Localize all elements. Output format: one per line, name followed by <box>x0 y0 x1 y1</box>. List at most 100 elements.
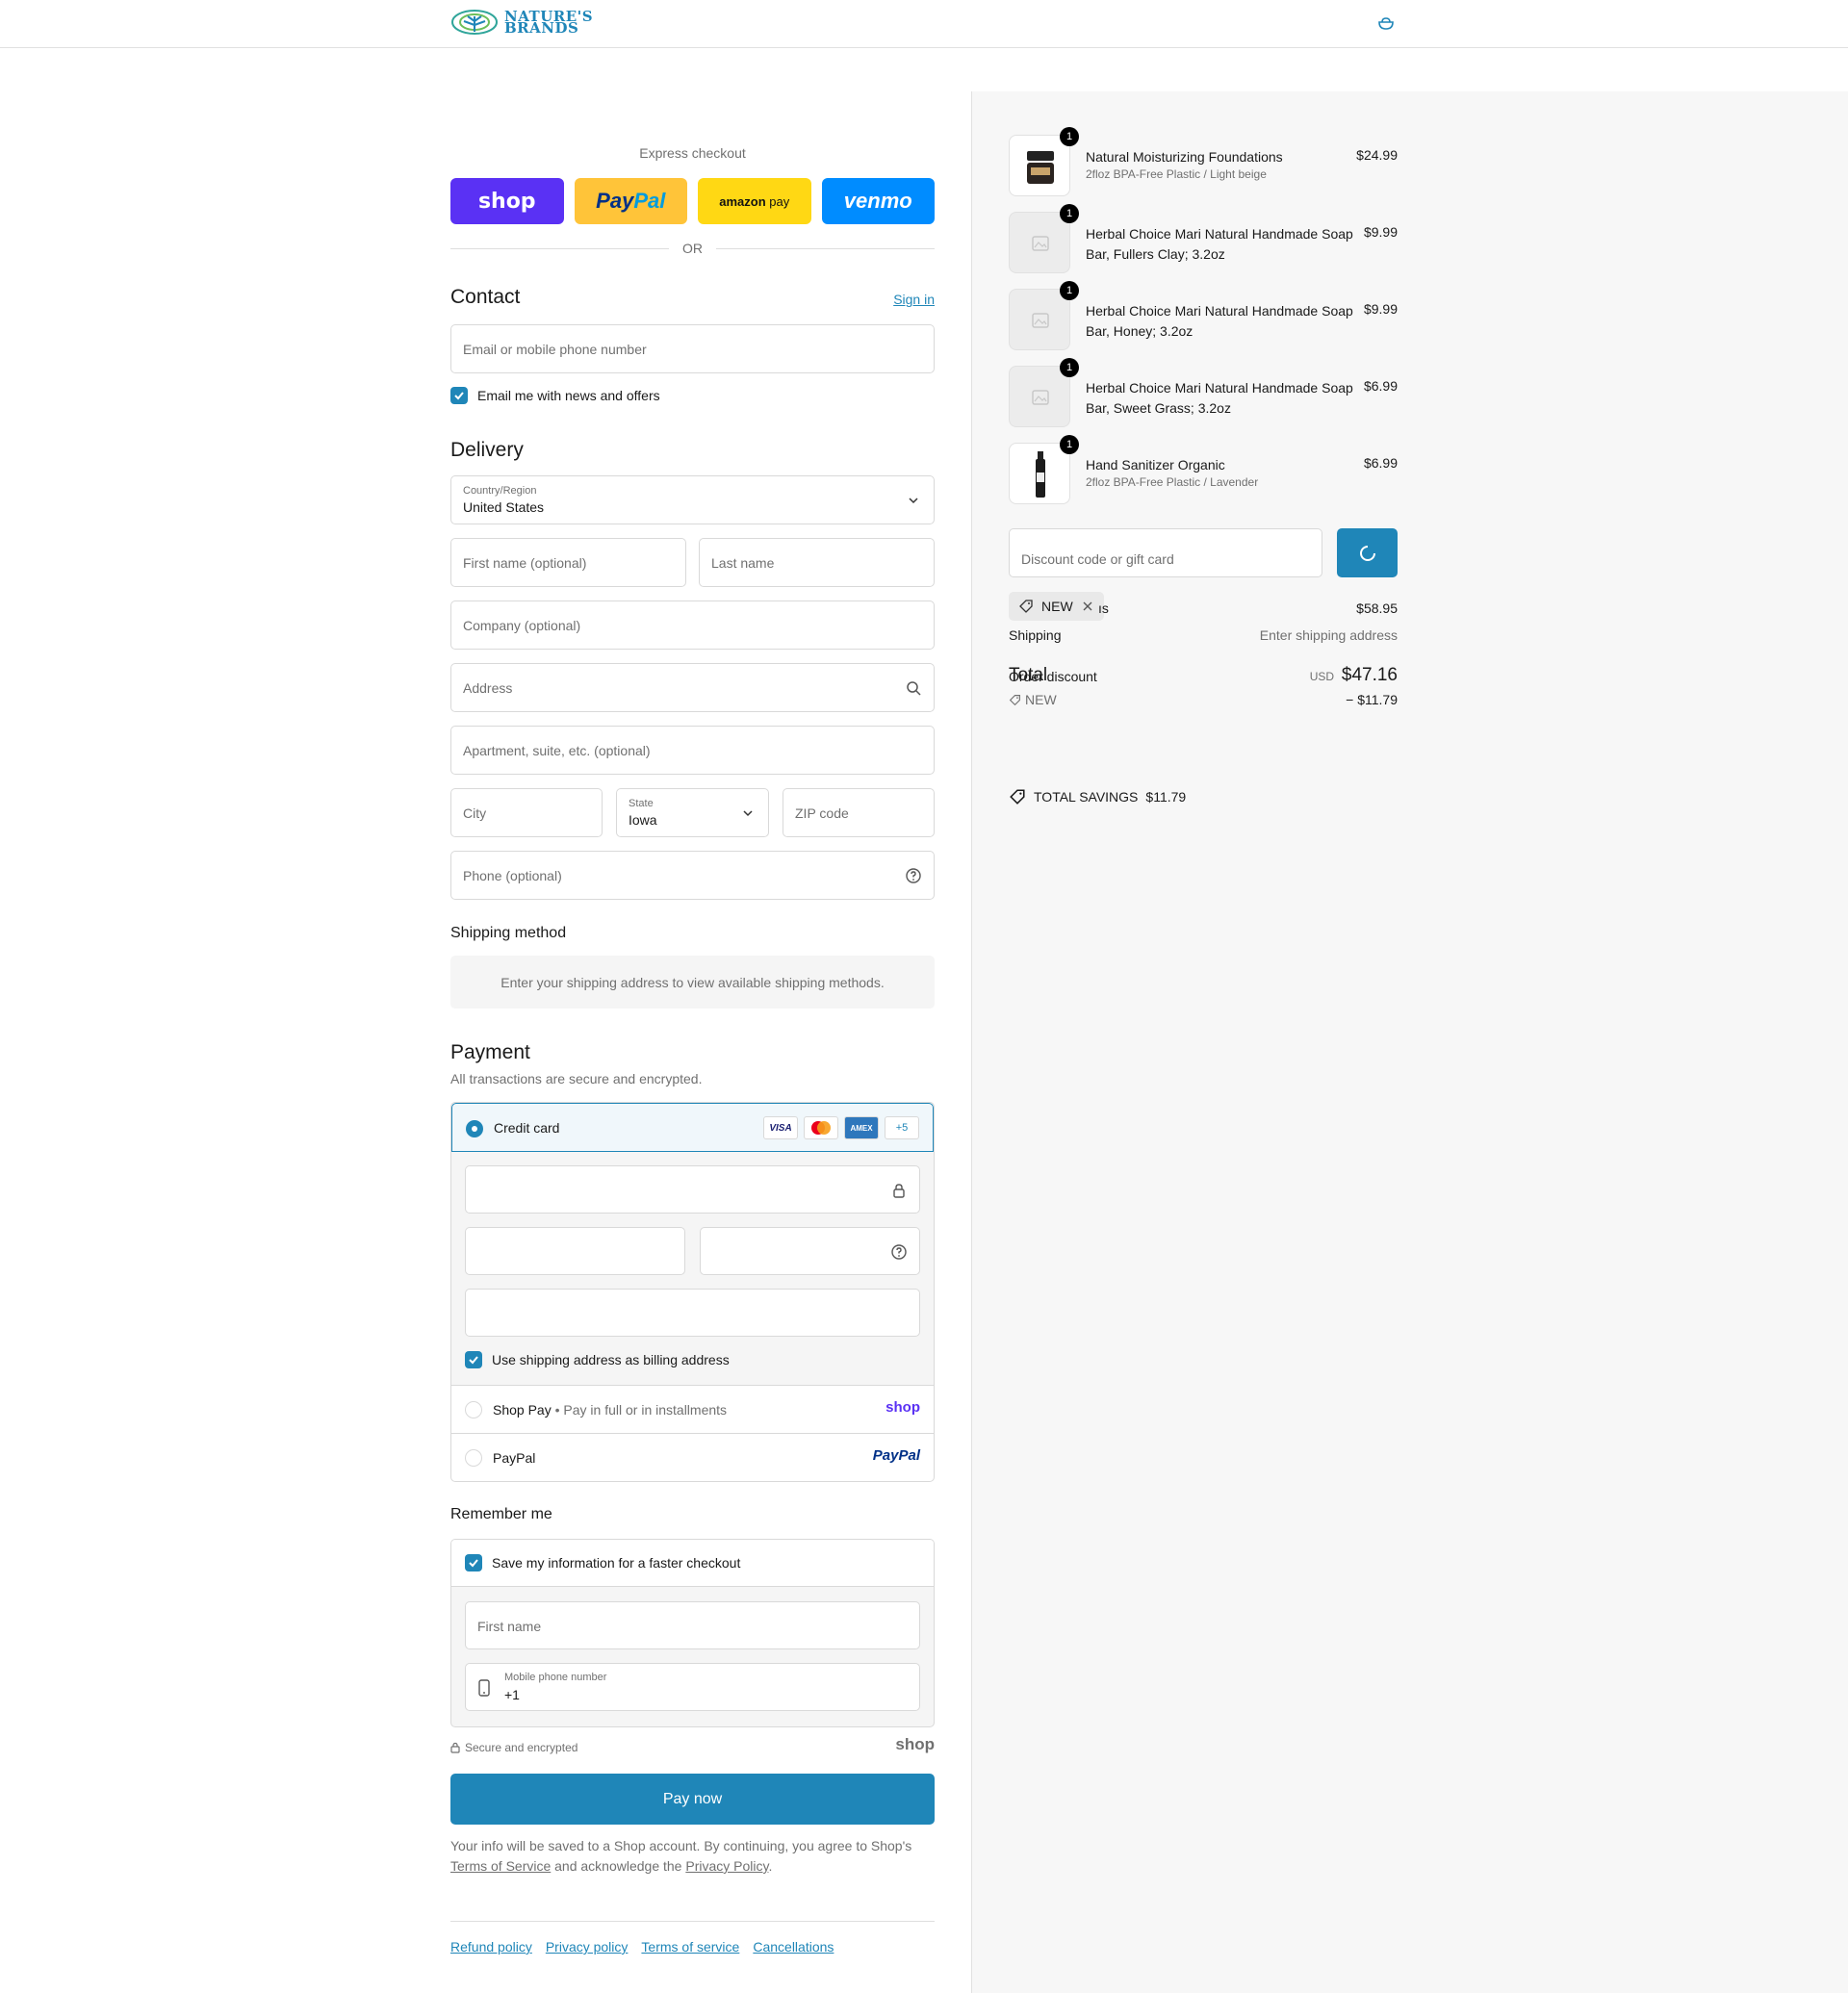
subtotal-value: $58.95 <box>1356 600 1398 616</box>
cart-item: 1 Herbal Choice Mari Natural Handmade So… <box>1009 358 1398 427</box>
card-logos: VISA AMEX +5 <box>763 1116 919 1139</box>
radio-unselected-icon[interactable] <box>465 1449 482 1467</box>
radio-unselected-icon[interactable] <box>465 1401 482 1418</box>
shop-privacy-link[interactable]: Privacy Policy <box>685 1858 768 1874</box>
quantity-badge: 1 <box>1060 204 1079 223</box>
chevron-down-icon <box>743 810 753 817</box>
last-name-field[interactable]: Last name <box>699 538 935 587</box>
discount-code-field[interactable]: Discount code or gift card <box>1009 528 1322 577</box>
shop-pay-option[interactable]: Shop Pay • Pay in full or in installment… <box>451 1385 934 1433</box>
payment-subtitle: All transactions are secure and encrypte… <box>450 1071 703 1086</box>
save-info-checkbox[interactable]: Save my information for a faster checkou… <box>465 1554 740 1571</box>
item-price: $9.99 <box>1363 224 1398 240</box>
pay-now-button[interactable]: Pay now <box>450 1774 935 1825</box>
shop-terms-link[interactable]: Terms of Service <box>450 1858 551 1874</box>
shipping-label: Shipping <box>1009 627 1062 643</box>
venmo-button[interactable]: venmo <box>821 178 935 224</box>
express-checkout-title: Express checkout <box>639 145 746 161</box>
total-row: Total Order discount USD $47.16 <box>1009 665 1398 694</box>
news-label: Email me with news and offers <box>477 388 660 403</box>
help-circle-icon[interactable] <box>905 867 922 884</box>
item-price: $9.99 <box>1363 301 1398 317</box>
bottle-product-icon <box>1036 451 1045 498</box>
save-info-row[interactable]: Save my information for a faster checkou… <box>451 1540 934 1587</box>
chevron-down-icon <box>909 498 918 504</box>
card-number-field[interactable] <box>465 1165 920 1214</box>
remember-me-box: Save my information for a faster checkou… <box>450 1539 935 1727</box>
footer-divider <box>450 1921 935 1922</box>
tag-icon <box>1019 600 1033 613</box>
state-select[interactable]: State Iowa <box>616 788 769 837</box>
shipping-value: Enter shipping address <box>1259 627 1398 643</box>
quantity-badge: 1 <box>1060 127 1079 146</box>
city-field[interactable]: City <box>450 788 603 837</box>
cart-item: 1 Herbal Choice Mari Natural Handmade So… <box>1009 281 1398 350</box>
or-divider: OR <box>450 241 935 256</box>
item-price: $6.99 <box>1363 378 1398 394</box>
sign-in-link[interactable]: Sign in <box>893 292 935 307</box>
name-on-card-field[interactable] <box>465 1289 920 1337</box>
shop-pay-logo: shop <box>886 1399 920 1416</box>
visa-icon: VISA <box>763 1116 798 1139</box>
total-value: $47.16 <box>1341 665 1398 685</box>
product-thumbnail: 1 <box>1009 281 1079 350</box>
terms-of-service-link[interactable]: Terms of service <box>641 1939 739 1955</box>
credit-card-option[interactable]: Credit card VISA AMEX +5 <box>451 1103 934 1152</box>
tag-icon <box>1010 789 1025 805</box>
tag-icon <box>1009 694 1020 705</box>
security-code-field[interactable] <box>700 1227 920 1275</box>
product-thumbnail: 1 <box>1009 127 1079 196</box>
phone-field[interactable]: Phone (optional) <box>450 851 935 900</box>
help-circle-icon[interactable] <box>890 1243 908 1261</box>
paypal-button[interactable]: Pay Pal <box>574 178 687 224</box>
applied-discount-chip: NEW <box>1009 592 1104 621</box>
expiration-field[interactable] <box>465 1227 685 1275</box>
paypal-option[interactable]: PayPal PayPal <box>451 1433 934 1481</box>
logo-text: NATURE'S BRANDS <box>504 8 594 37</box>
discount-amount: − $11.79 <box>1346 692 1398 707</box>
company-field[interactable]: Company (optional) <box>450 600 935 650</box>
radio-selected-icon[interactable] <box>466 1120 483 1137</box>
shop-pay-button[interactable]: shop <box>450 178 564 224</box>
country-select[interactable]: Country/Region United States <box>450 475 935 524</box>
privacy-policy-link[interactable]: Privacy policy <box>546 1939 629 1955</box>
refund-policy-link[interactable]: Refund policy <box>450 1939 532 1955</box>
subtotal-label-fragment: ıs <box>1098 600 1109 616</box>
amazon-pay-button[interactable]: amazon pay <box>698 178 811 224</box>
express-checkout-buttons: shop Pay Pal amazon pay venmo <box>450 178 935 224</box>
header: NATURE'S BRANDS <box>0 0 1848 48</box>
close-icon[interactable] <box>1081 600 1094 613</box>
credit-card-form: Use shipping address as billing address <box>451 1152 934 1385</box>
zip-field[interactable]: ZIP code <box>783 788 935 837</box>
shopping-bag-icon[interactable] <box>1376 14 1396 34</box>
image-placeholder-icon <box>1032 236 1049 251</box>
total-savings: TOTAL SAVINGS $11.79 <box>1009 788 1186 805</box>
first-name-field[interactable]: First name (optional) <box>450 538 686 587</box>
cart-item: 1 Natural Moisturizing Foundations 2floz… <box>1009 127 1398 196</box>
apply-discount-button[interactable] <box>1337 528 1398 577</box>
shop-pay-label: Shop Pay <box>493 1402 552 1418</box>
item-name: Natural Moisturizing Foundations <box>1086 149 1283 165</box>
billing-address-checkbox[interactable]: Use shipping address as billing address <box>465 1351 730 1368</box>
footer-links: Refund policy Privacy policy Terms of se… <box>450 1939 834 1955</box>
address-field[interactable]: Address <box>450 663 935 712</box>
checkbox-checked-icon <box>450 387 468 404</box>
save-info-label: Save my information for a faster checkou… <box>492 1555 741 1571</box>
tree-logo-icon <box>451 10 498 35</box>
shipping-method-info: Enter your shipping address to view avai… <box>450 956 935 1009</box>
email-field[interactable]: Email or mobile phone number <box>450 324 935 373</box>
item-price: $24.99 <box>1356 147 1398 163</box>
remember-first-name-field[interactable]: First name <box>465 1601 920 1649</box>
product-thumbnail: 1 <box>1009 358 1079 427</box>
logo[interactable]: NATURE'S BRANDS <box>450 8 593 37</box>
amex-icon: AMEX <box>844 1116 879 1139</box>
lock-icon <box>450 1742 460 1753</box>
apartment-field[interactable]: Apartment, suite, etc. (optional) <box>450 726 935 775</box>
quantity-badge: 1 <box>1060 435 1079 454</box>
mobile-phone-field[interactable]: Mobile phone number +1 <box>465 1663 920 1711</box>
cancellations-link[interactable]: Cancellations <box>753 1939 834 1955</box>
contact-heading: Contact <box>450 286 521 308</box>
delivery-heading: Delivery <box>450 439 524 461</box>
mastercard-icon <box>804 1116 838 1139</box>
news-checkbox[interactable]: Email me with news and offers <box>450 387 660 404</box>
